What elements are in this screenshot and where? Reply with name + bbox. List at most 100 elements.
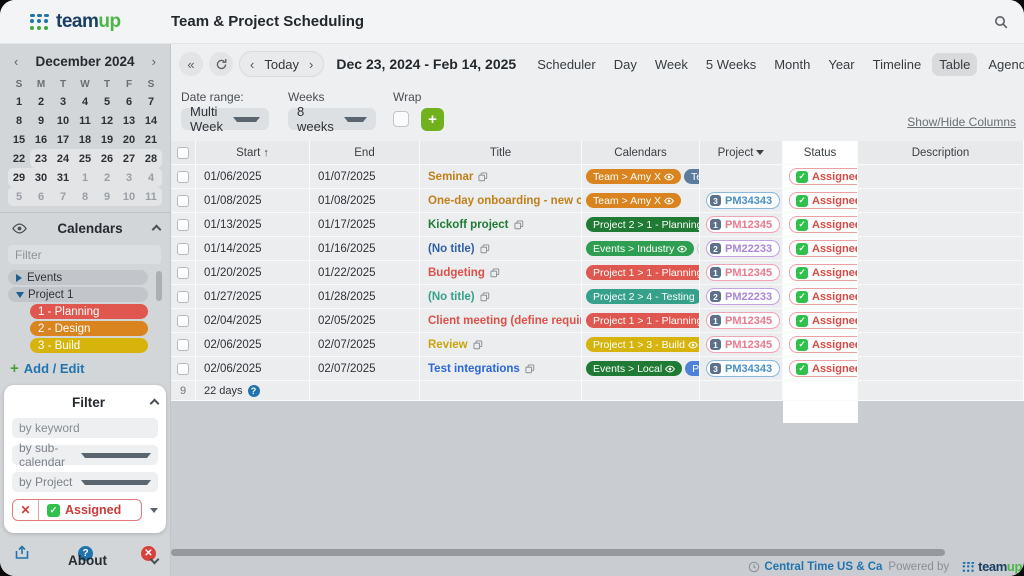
minical-day[interactable]: 20 [118,130,140,149]
minical-day[interactable]: 4 [140,168,162,187]
column-header-start[interactable]: Start↑ [196,141,310,165]
duplicate-event-icon[interactable] [514,220,524,230]
calendar-badge-project-2-4-testing[interactable]: Project 2 > 4 - Testing [586,289,700,304]
calendar-badge-project-2-1-planning[interactable]: Project 2 > 1 - Planning [586,217,700,232]
duplicate-event-icon[interactable] [480,292,490,302]
select-all-checkbox[interactable] [177,147,189,159]
row-checkbox[interactable] [177,267,189,279]
filter-collapse-icon[interactable] [150,399,160,409]
project-badge-pm12345[interactable]: 1PM12345 [706,312,780,329]
minical-day[interactable]: 28 [140,149,162,168]
row-checkbox[interactable] [177,171,189,183]
event-title-link[interactable]: Budgeting [428,267,485,279]
row-checkbox[interactable] [177,291,189,303]
today-button[interactable]: Today [264,57,299,72]
search-button[interactable] [988,9,1014,35]
minical-day[interactable]: 22 [8,149,30,168]
minical-day[interactable]: 14 [140,111,162,130]
next-period-button[interactable]: › [309,57,313,72]
minical-day[interactable]: 8 [8,111,30,130]
column-header-description[interactable]: Description [858,141,1024,165]
duration-help-icon[interactable]: ? [248,385,260,397]
minical-day[interactable]: 3 [52,92,74,111]
minical-day[interactable]: 10 [52,111,74,130]
column-header-project[interactable]: Project [700,141,783,165]
calendar-list-scrollbar[interactable] [156,271,162,301]
project-badge-pm22233[interactable]: 2PM22233 [706,240,780,257]
timezone-link[interactable]: Central Time US & Ca [748,561,882,573]
filter-by-subcalendar-select[interactable]: by sub-calendar [12,445,158,465]
event-title-link[interactable]: Client meeting (define requirem [428,315,582,327]
minical-day[interactable]: 12 [96,111,118,130]
remove-filter-icon[interactable]: ✕ [13,500,39,520]
minical-day[interactable]: 16 [30,130,52,149]
project-badge-pm34343[interactable]: 3PM34343 [706,360,780,377]
view-tab-week[interactable]: Week [648,53,695,76]
status-badge-assigned[interactable]: ✓Assigned [789,168,858,185]
minical-day[interactable]: 6 [30,187,52,206]
column-header-calendars[interactable]: Calendars [582,141,700,165]
status-badge-assigned[interactable]: ✓Assigned [789,312,858,329]
minical-day[interactable]: 31 [52,168,74,187]
filter-by-project-select[interactable]: by Project [12,472,158,492]
column-header-end[interactable]: End [310,141,420,165]
row-checkbox[interactable] [177,243,189,255]
status-badge-assigned[interactable]: ✓Assigned [789,360,858,377]
calendar-badge-events-industry[interactable]: Events > Industry [586,241,694,256]
minical-day[interactable]: 25 [74,149,96,168]
eye-icon[interactable] [12,223,27,234]
status-badge-assigned[interactable]: ✓Assigned [789,264,858,281]
expand-triangle-icon[interactable] [16,274,22,282]
minical-day[interactable]: 11 [74,111,96,130]
calendar-badge-te[interactable]: Te [684,169,700,184]
minical-day[interactable]: 1 [74,168,96,187]
calendar-item-3-build[interactable]: 3 - Build [30,338,148,353]
minical-day[interactable]: 18 [74,130,96,149]
minical-day[interactable]: 8 [74,187,96,206]
filter-by-keyword-input[interactable] [12,418,158,438]
event-title-link[interactable]: Seminar [428,171,473,183]
minical-day[interactable]: 5 [96,92,118,111]
calendar-badge-team-amy-x[interactable]: Team > Amy X [586,169,681,184]
event-title-link[interactable]: Review [428,339,468,351]
minical-day[interactable]: 7 [52,187,74,206]
minical-day[interactable]: 26 [96,149,118,168]
minical-day[interactable]: 17 [52,130,74,149]
prev-period-button[interactable]: ‹ [250,57,254,72]
minical-day[interactable]: 10 [118,187,140,206]
event-title-link[interactable]: (No title) [428,243,475,255]
calendar-badge-pr[interactable]: Pr [685,361,700,376]
project-badge-pm34343[interactable]: 3PM34343 [706,192,780,209]
minical-day[interactable]: 1 [8,92,30,111]
view-tab-month[interactable]: Month [767,53,817,76]
view-tab-table[interactable]: Table [932,53,977,76]
minical-day[interactable]: 15 [8,130,30,149]
calendar-badge-project-1-1-planning[interactable]: Project 1 > 1 - Planning [586,313,700,328]
view-tab-year[interactable]: Year [821,53,861,76]
minical-day[interactable]: 24 [52,149,74,168]
minical-day[interactable]: 7 [140,92,162,111]
view-tab-day[interactable]: Day [607,53,644,76]
duplicate-event-icon[interactable] [473,340,483,350]
teamup-logo[interactable]: teamup [30,11,121,33]
project-badge-pm12345[interactable]: 1PM12345 [706,336,780,353]
view-tab-timeline[interactable]: Timeline [866,53,929,76]
row-checkbox[interactable] [177,219,189,231]
calendar-badge-project-1-1-planning[interactable]: Project 1 > 1 - Planning [586,265,700,280]
calendar-badge-team-amy-x[interactable]: Team > Amy X [586,193,681,208]
event-title-link[interactable]: (No title) [428,291,475,303]
column-header-status[interactable]: Status [783,141,858,165]
event-title-link[interactable]: Kickoff project [428,219,509,231]
wrap-checkbox[interactable] [393,111,409,127]
show-hide-columns-link[interactable]: Show/Hide Columns [907,115,1016,129]
project-badge-pm12345[interactable]: 1PM12345 [706,216,780,233]
active-filter-assigned[interactable]: ✕ ✓ Assigned [12,499,142,521]
chevron-down-icon[interactable] [150,508,158,513]
minical-day[interactable]: 2 [30,92,52,111]
minical-day[interactable]: 9 [30,111,52,130]
duplicate-event-icon[interactable] [480,244,490,254]
weeks-select[interactable]: 8 weeks [288,108,376,130]
minical-day[interactable]: 4 [74,92,96,111]
minical-day[interactable]: 9 [96,187,118,206]
view-tab-scheduler[interactable]: Scheduler [530,53,603,76]
